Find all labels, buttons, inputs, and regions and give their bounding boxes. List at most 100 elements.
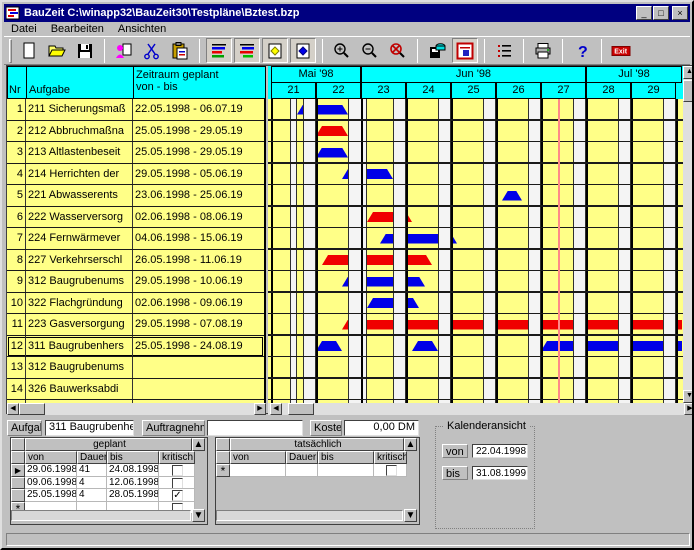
- table-row[interactable]: 4214 Herrichten der29.05.1998 - 05.06.19: [7, 164, 264, 186]
- row-aufgabe-cell[interactable]: 224 Fernwärmever: [26, 228, 133, 249]
- gantt-bar-blue[interactable]: [412, 341, 438, 351]
- title-bar[interactable]: BauZeit C:\winapp32\BauZeit30\Testpläne\…: [4, 4, 690, 22]
- grid-scroll-down-button[interactable]: ▼: [192, 509, 205, 522]
- gantt-bar-red[interactable]: [322, 255, 432, 265]
- view-yellow-diamond-button[interactable]: [262, 38, 288, 63]
- gantt-bar-blue[interactable]: [502, 191, 522, 201]
- cut-button[interactable]: [139, 38, 165, 63]
- row-nr-cell[interactable]: 9: [7, 271, 26, 292]
- gantt-bar-blue[interactable]: [316, 341, 342, 351]
- menu-datei[interactable]: Datei: [4, 23, 44, 35]
- kritisch-checkbox[interactable]: [172, 478, 183, 489]
- table-row[interactable]: 8227 Verkehrserschl26.05.1998 - 11.06.19: [7, 250, 264, 272]
- minimize-button[interactable]: _: [636, 6, 652, 20]
- gantt-bar-blue[interactable]: [541, 341, 682, 351]
- table-hscroll-thumb[interactable]: [19, 403, 45, 415]
- grid-scroll-up-button[interactable]: ▲: [192, 438, 205, 451]
- open-file-button[interactable]: [44, 38, 70, 63]
- scroll-left-button[interactable]: ◀: [7, 403, 19, 415]
- grid-cell-von[interactable]: 29.06.1998: [25, 464, 77, 477]
- grid-row-selector[interactable]: [11, 489, 25, 502]
- row-nr-cell[interactable]: 2: [7, 121, 26, 142]
- save-file-button[interactable]: [72, 38, 98, 63]
- row-aufgabe-cell[interactable]: 213 Altlastenbeseit: [26, 142, 133, 163]
- kalender-bis-input[interactable]: 31.08.1999: [472, 466, 528, 480]
- table-row[interactable]: 14326 Bauwerksabdi: [7, 379, 264, 401]
- aufgabe-input[interactable]: 311 Baugrubenherst: [45, 420, 134, 436]
- row-zeitraum-cell[interactable]: 29.05.1998 - 10.06.19: [133, 271, 266, 292]
- table-row[interactable]: 7224 Fernwärmever04.06.1998 - 15.06.19: [7, 228, 264, 250]
- close-button[interactable]: ×: [672, 6, 688, 20]
- row-aufgabe-cell[interactable]: 221 Abwasserents: [26, 185, 133, 206]
- maximize-button[interactable]: □: [653, 6, 669, 20]
- kritisch-checkbox[interactable]: [386, 465, 397, 476]
- table-row[interactable]: 1211 Sicherungsmaß22.05.1998 - 06.07.19: [7, 99, 264, 121]
- auftragnehmer-input[interactable]: [207, 420, 303, 436]
- row-nr-cell[interactable]: 14: [7, 379, 26, 400]
- help-button[interactable]: ?: [569, 38, 595, 63]
- row-zeitraum-cell[interactable]: 25.05.1998 - 29.05.19: [133, 121, 266, 142]
- insert-task-button[interactable]: [111, 38, 137, 63]
- table-row[interactable]: 9312 Baugrubenums29.05.1998 - 10.06.19: [7, 271, 264, 293]
- row-nr-cell[interactable]: 3: [7, 142, 26, 163]
- grid-row-selector[interactable]: *: [216, 464, 230, 477]
- grid-cell-bis[interactable]: [318, 464, 374, 477]
- table-row[interactable]: 5221 Abwasserents23.06.1998 - 25.06.19: [7, 185, 264, 207]
- row-nr-cell[interactable]: 8: [7, 250, 26, 271]
- row-zeitraum-cell[interactable]: [133, 357, 266, 378]
- view-planned-bars-button[interactable]: [206, 38, 232, 63]
- print-button[interactable]: [530, 38, 556, 63]
- row-zeitraum-cell[interactable]: 22.05.1998 - 06.07.19: [133, 99, 266, 120]
- grid-scroll-up-button[interactable]: ▲: [404, 438, 417, 451]
- row-nr-cell[interactable]: 7: [7, 228, 26, 249]
- table-row[interactable]: 10322 Flachgründung02.06.1998 - 09.06.19: [7, 293, 264, 315]
- gantt-bar-blue[interactable]: [316, 148, 348, 158]
- row-zeitraum-cell[interactable]: 02.06.1998 - 08.06.19: [133, 207, 266, 228]
- view-blue-diamond-button[interactable]: [290, 38, 316, 63]
- row-aufgabe-cell[interactable]: 312 Baugrubenums: [26, 271, 133, 292]
- row-nr-cell[interactable]: 4: [7, 164, 26, 185]
- table-row[interactable]: 12311 Baugrubenhers25.05.1998 - 24.08.19: [7, 336, 264, 358]
- toolbar-drag-handle[interactable]: [9, 39, 12, 63]
- grid-cell-dauer[interactable]: [286, 464, 318, 477]
- row-aufgabe-cell[interactable]: 222 Wasserversorg: [26, 207, 133, 228]
- grid-horizontal-scrollbar[interactable]: [11, 510, 191, 521]
- row-zeitraum-cell[interactable]: 25.05.1998 - 29.05.19: [133, 142, 266, 163]
- row-nr-cell[interactable]: 5: [7, 185, 26, 206]
- row-zeitraum-cell[interactable]: 02.06.1998 - 09.06.19: [133, 293, 266, 314]
- gantt-hscroll-thumb[interactable]: [288, 403, 314, 415]
- table-row[interactable]: 3213 Altlastenbeseit25.05.1998 - 29.05.1…: [7, 142, 264, 164]
- row-aufgabe-cell[interactable]: 214 Herrichten der: [26, 164, 133, 185]
- row-aufgabe-cell[interactable]: 227 Verkehrserschl: [26, 250, 133, 271]
- row-aufgabe-cell[interactable]: 212 Abbruchmaßna: [26, 121, 133, 142]
- grid-cell-von[interactable]: 09.06.1998: [25, 477, 77, 490]
- zoom-reset-button[interactable]: [385, 38, 411, 63]
- grid-cell-bis[interactable]: 12.06.1998: [107, 477, 159, 490]
- calendar-button[interactable]: [452, 38, 478, 63]
- grid-cell-dauer[interactable]: 4: [77, 477, 107, 490]
- scroll-up-button[interactable]: ▲: [683, 66, 694, 79]
- scroll-left-button[interactable]: ◀: [270, 403, 282, 415]
- row-nr-cell[interactable]: 10: [7, 293, 26, 314]
- row-aufgabe-cell[interactable]: 322 Flachgründung: [26, 293, 133, 314]
- zoom-in-button[interactable]: [329, 38, 355, 63]
- scroll-right-button[interactable]: ▶: [254, 403, 266, 415]
- grid-row-selector[interactable]: [11, 477, 25, 490]
- row-zeitraum-cell[interactable]: 26.05.1998 - 11.06.19: [133, 250, 266, 271]
- row-nr-cell[interactable]: 1: [7, 99, 26, 120]
- row-zeitraum-cell[interactable]: 04.06.1998 - 15.06.19: [133, 228, 266, 249]
- vertical-scroll-thumb[interactable]: [683, 80, 694, 102]
- table-row[interactable]: 13312 Baugrubenums: [7, 357, 264, 379]
- row-nr-cell[interactable]: 12: [7, 336, 26, 357]
- gantt-horizontal-scrollbar[interactable]: ◀ ▶: [268, 403, 694, 415]
- paste-button[interactable]: [167, 38, 193, 63]
- menu-ansichten[interactable]: Ansichten: [111, 23, 173, 35]
- row-zeitraum-cell[interactable]: 29.05.1998 - 05.06.19: [133, 164, 266, 185]
- grid-cell-von[interactable]: 25.05.1998: [25, 489, 77, 502]
- row-aufgabe-cell[interactable]: 312 Baugrubenums: [26, 357, 133, 378]
- kritisch-checkbox[interactable]: ✓: [172, 490, 183, 501]
- row-zeitraum-cell[interactable]: [133, 379, 266, 400]
- grid-cell-dauer[interactable]: 41: [77, 464, 107, 477]
- grid-scroll-down-button[interactable]: ▼: [404, 509, 417, 522]
- database-button[interactable]: [424, 38, 450, 63]
